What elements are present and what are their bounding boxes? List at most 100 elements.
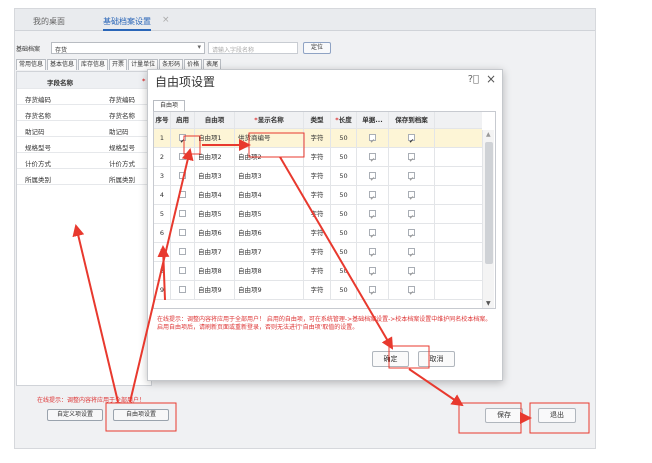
tab-free-item[interactable]: 自由项 [153,100,185,111]
table-row[interactable]: 6 自由项6 自由项6 字符 50 [154,224,482,243]
tab-archive-settings[interactable]: 基础档案设置 [103,16,151,31]
exit-button[interactable]: 退出 [538,408,576,423]
field-name: 助记码 [25,128,45,136]
tab-close-icon[interactable]: × [162,15,170,25]
help-circle-icon[interactable]: ?⃝ [468,74,479,85]
table-row[interactable]: 7 自由项7 自由项7 字符 50 [154,243,482,262]
save-archive-checkbox[interactable] [408,265,415,280]
table-row[interactable]: 2 自由项2 自由项2 字符 50 [154,148,482,167]
field-name: 存货名称 [25,112,51,120]
save-archive-checkbox[interactable] [408,227,415,242]
table-row[interactable]: 3 自由项3 自由项3 字符 50 [154,167,482,186]
row-no: 3 [154,167,171,185]
subtab-common[interactable]: 常用信息 [16,59,47,70]
grid-scrollbar[interactable]: ▲ ▼ [482,130,494,308]
required-mark: * [142,77,146,85]
single-checkbox[interactable] [369,170,376,185]
table-row[interactable]: 所属类别 所属类别 [17,169,151,185]
item-name: 自由项3 [195,167,235,185]
col-length: *长度 [331,112,357,128]
save-archive-checkbox[interactable] [408,284,415,299]
enabled-checkbox[interactable] [179,190,186,198]
scroll-up-icon[interactable]: ▲ [486,131,491,138]
subtab-basic[interactable]: 基本信息 [47,59,78,70]
save-archive-checkbox[interactable] [408,170,415,185]
close-icon[interactable]: × [486,72,496,86]
custom-item-settings-button[interactable]: 自定义项设置 [47,409,103,421]
enabled-checkbox[interactable] [179,285,186,293]
table-row[interactable]: 9 自由项9 自由项9 字符 50 [154,281,482,300]
type-cell: 字符 [304,281,331,299]
subtab-inventory[interactable]: 库存信息 [78,59,109,70]
item-name: 自由项4 [195,186,235,204]
enabled-checkbox[interactable] [179,152,186,160]
single-checkbox[interactable] [369,265,376,280]
table-row[interactable]: 8 自由项8 自由项8 字符 50 [154,262,482,281]
table-row[interactable]: 助记码 助记码 [17,121,151,137]
single-checkbox[interactable] [369,189,376,204]
cancel-button[interactable]: 取消 [418,351,455,367]
display-name-input[interactable]: 供货商编号 [235,129,304,147]
item-name: 自由项5 [195,205,235,223]
enabled-checkbox[interactable] [179,266,186,274]
field-value: 所属类别 [109,176,135,184]
col-single: 单据... [357,112,389,128]
enabled-checkbox[interactable] [179,209,186,217]
row-no: 4 [154,186,171,204]
single-checkbox[interactable] [369,132,376,147]
ok-button[interactable]: 确定 [372,351,409,367]
save-archive-cell [389,148,435,166]
enabled-checkbox[interactable] [179,228,186,236]
table-row[interactable]: 计价方式 计价方式 [17,153,151,169]
field-value: 存货名称 [109,112,135,120]
free-item-dialog: 自由项设置 ?⃝ × 自由项 序号 启用 自由项 *显示名称 类型 *长度 单据… [147,69,503,381]
field-search-input[interactable]: 请输入字段名称 [208,42,298,54]
scroll-down-icon[interactable]: ▼ [486,300,491,307]
enabled-checkbox[interactable] [179,247,186,255]
tab-desktop[interactable]: 我的桌面 [33,16,65,27]
table-row[interactable]: 存货编码 存货编码 [17,89,151,105]
display-name-input[interactable]: 自由项3 [235,167,304,185]
length-cell: 50 [331,186,357,204]
display-name-input[interactable]: 自由项6 [235,224,304,242]
field-value: 存货编码 [109,96,135,104]
display-name-input[interactable]: 自由项7 [235,243,304,261]
free-item-settings-button[interactable]: 自由项设置 [113,409,169,421]
table-row[interactable]: 4 自由项4 自由项4 字符 50 [154,186,482,205]
table-row[interactable]: 1 自由项1供货商编号字符50 [154,129,482,148]
save-archive-checkbox[interactable] [408,189,415,204]
display-name-input[interactable]: 自由项4 [235,186,304,204]
single-cell [357,224,389,242]
table-row[interactable]: 规格型号 规格型号 [17,137,151,153]
save-archive-checkbox[interactable] [408,208,415,223]
single-checkbox[interactable] [369,151,376,166]
item-name: 自由项9 [195,281,235,299]
row-no: 1 [154,129,171,147]
display-name-input[interactable]: 自由项9 [235,281,304,299]
display-name-input[interactable]: 自由项2 [235,148,304,166]
single-checkbox[interactable] [369,284,376,299]
save-button[interactable]: 保存 [485,408,523,423]
scroll-thumb[interactable] [485,142,493,264]
enabled-cell [171,224,195,242]
enabled-checkbox[interactable] [179,132,186,147]
display-name-input[interactable]: 自由项5 [235,205,304,223]
single-checkbox[interactable] [369,208,376,223]
save-archive-checkbox[interactable] [408,151,415,166]
col-display: *显示名称 [235,112,304,128]
subtab-invoice[interactable]: 开票 [109,59,128,70]
archive-select[interactable]: 存货 ▾ [51,42,205,54]
single-checkbox[interactable] [369,227,376,242]
length-cell: 50 [331,205,357,223]
save-archive-checkbox[interactable] [408,132,415,147]
display-name-input[interactable]: 自由项8 [235,262,304,280]
table-row[interactable]: 存货名称 存货名称 [17,105,151,121]
save-archive-cell [389,224,435,242]
enabled-checkbox[interactable] [179,171,186,179]
filter-row: 基础档案 存货 ▾ 请输入字段名称 定位 [15,41,595,55]
save-archive-checkbox[interactable] [408,246,415,261]
locate-button[interactable]: 定位 [303,42,331,54]
single-cell [357,186,389,204]
single-checkbox[interactable] [369,246,376,261]
table-row[interactable]: 5 自由项5 自由项5 字符 50 [154,205,482,224]
